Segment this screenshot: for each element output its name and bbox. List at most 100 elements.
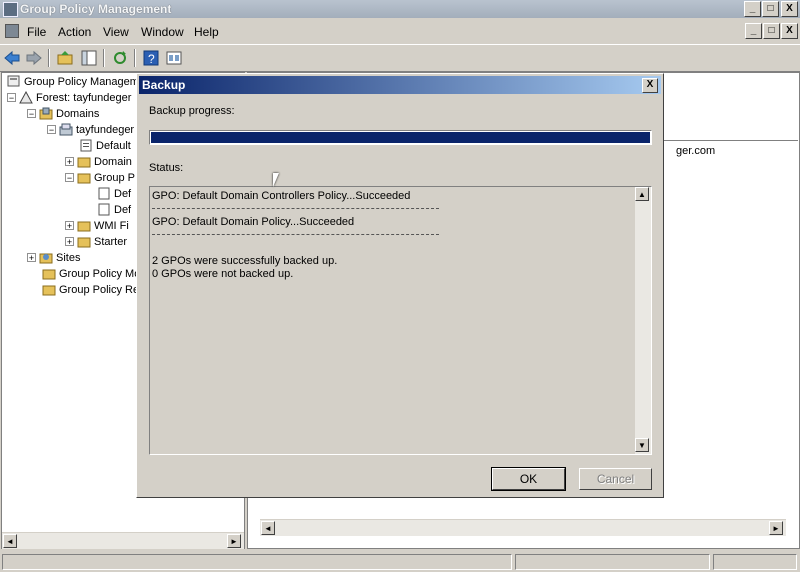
- forward-arrow-icon[interactable]: [25, 49, 43, 67]
- gpo-folder-icon: [77, 173, 91, 184]
- dialog-title-bar: Backup X: [139, 76, 661, 94]
- mdi-minimize-button[interactable]: _: [745, 23, 762, 39]
- tree-item-label: Group Policy Mo: [59, 267, 141, 280]
- minimize-button[interactable]: _: [744, 1, 761, 17]
- ok-button[interactable]: OK: [491, 467, 566, 491]
- expand-toggle[interactable]: +: [65, 221, 74, 231]
- refresh-icon[interactable]: [111, 49, 129, 67]
- menu-action[interactable]: Action: [58, 25, 91, 39]
- scroll-left-icon[interactable]: ◄: [3, 534, 17, 548]
- dialog-close-button[interactable]: X: [642, 78, 658, 93]
- status-vertical-scrollbar[interactable]: ▲ ▼: [635, 187, 651, 454]
- status-log[interactable]: GPO: Default Domain Controllers Policy..…: [149, 186, 652, 455]
- mdi-restore-button[interactable]: □: [763, 23, 780, 39]
- tree-item-gpo-1[interactable]: Def: [97, 187, 131, 200]
- tree-item-default-domain-policy[interactable]: Default: [79, 139, 131, 152]
- tree-item-label: Def: [114, 203, 132, 216]
- gpo-icon: [98, 203, 110, 216]
- cancel-button[interactable]: Cancel: [579, 468, 652, 490]
- app-title-bar: Group Policy Management _ □ X: [0, 0, 800, 18]
- toolbar-separator: [48, 49, 50, 67]
- status-section-3: [713, 554, 797, 570]
- collapse-toggle[interactable]: −: [47, 125, 56, 135]
- tree-item-wmi-filters[interactable]: + WMI Fi: [65, 219, 129, 232]
- menu-help[interactable]: Help: [194, 25, 219, 39]
- backup-dialog: Backup X Backup progress: Status: GPO: D…: [136, 73, 664, 498]
- status-line: GPO: Default Domain Policy...Succeeded: [152, 216, 355, 228]
- gpo-link-icon: [80, 139, 92, 152]
- tree-item-gpo-2[interactable]: Def: [97, 203, 131, 216]
- details-pane-text: ger.com: [676, 145, 716, 157]
- tree-item-label: Default: [96, 139, 131, 152]
- details-horizontal-scrollbar[interactable]: ◄ ►: [260, 519, 786, 536]
- tree-item-label: Group Policy Manageme: [24, 75, 146, 88]
- properties-icon[interactable]: [165, 49, 183, 67]
- collapse-toggle[interactable]: −: [65, 173, 74, 183]
- sites-icon: [39, 253, 53, 264]
- mdi-window-icon[interactable]: [5, 24, 19, 38]
- back-arrow-icon[interactable]: [3, 49, 21, 67]
- up-folder-icon[interactable]: [56, 49, 74, 67]
- tree-item-domain[interactable]: − tayfundeger: [47, 123, 134, 136]
- tree-item-sites[interactable]: + Sites: [27, 251, 80, 264]
- expand-toggle[interactable]: +: [65, 157, 74, 167]
- toolbar-separator: [134, 49, 136, 67]
- tree-item-group-policy-objects[interactable]: − Group P: [65, 171, 135, 184]
- tree-item-domains[interactable]: − Domains: [27, 107, 99, 120]
- tree-item-label: Group P: [94, 171, 135, 184]
- modeling-icon: [42, 269, 56, 280]
- expand-toggle[interactable]: +: [27, 253, 36, 263]
- status-section-main: [2, 554, 512, 570]
- menu-view[interactable]: View: [103, 25, 129, 39]
- tree-item-label: Forest: tayfundeger: [36, 91, 132, 104]
- forest-icon: [19, 91, 33, 104]
- status-label: Status:: [149, 162, 184, 174]
- help-icon[interactable]: ?: [142, 49, 160, 67]
- maximize-button[interactable]: □: [762, 1, 779, 17]
- mouse-cursor-icon: [273, 173, 285, 187]
- domains-folder-icon: [39, 107, 53, 120]
- collapse-toggle[interactable]: −: [7, 93, 16, 103]
- svg-text:?: ?: [148, 52, 155, 66]
- status-bar: [0, 551, 800, 572]
- tree-item-domain-controllers[interactable]: + Domain: [65, 155, 132, 168]
- menu-bar: File Action View Window Help _ □ X: [0, 20, 800, 42]
- gpmc-app-icon: [3, 2, 18, 17]
- tree-item-starter-gpos[interactable]: + Starter: [65, 235, 127, 248]
- collapse-toggle[interactable]: −: [27, 109, 36, 119]
- backup-progress-bar: [149, 130, 652, 145]
- status-line: GPO: Default Domain Controllers Policy..…: [152, 190, 411, 202]
- dialog-title: Backup: [142, 78, 186, 92]
- mdi-close-button[interactable]: X: [781, 23, 798, 39]
- wmi-folder-icon: [77, 221, 91, 232]
- results-icon: [42, 285, 56, 296]
- gpo-icon: [98, 187, 110, 200]
- close-button[interactable]: X: [781, 1, 798, 17]
- tree-item-label: Domains: [56, 107, 100, 120]
- tree-item-forest[interactable]: − Forest: tayfundeger: [7, 91, 131, 104]
- toolbar: ?: [0, 44, 800, 72]
- scroll-up-icon[interactable]: ▲: [635, 187, 649, 201]
- tree-item-gpm-root[interactable]: Group Policy Manageme: [7, 75, 145, 88]
- scroll-down-icon[interactable]: ▼: [635, 438, 649, 452]
- menu-window[interactable]: Window: [141, 25, 184, 39]
- status-separator: [152, 234, 439, 235]
- tree-item-label: Domain: [94, 155, 132, 168]
- scroll-left-icon[interactable]: ◄: [261, 521, 275, 535]
- expand-toggle[interactable]: +: [65, 237, 74, 247]
- gpm-root-icon: [7, 75, 20, 87]
- tree-item-gp-modeling[interactable]: Group Policy Mo: [42, 267, 140, 280]
- ou-folder-icon: [77, 157, 91, 168]
- tree-item-label: tayfundeger: [76, 123, 135, 136]
- starter-folder-icon: [77, 237, 91, 248]
- show-hide-tree-icon[interactable]: [80, 49, 98, 67]
- scroll-right-icon[interactable]: ►: [769, 521, 783, 535]
- scroll-right-icon[interactable]: ►: [227, 534, 241, 548]
- tree-item-label: Group Policy Re: [59, 283, 140, 296]
- tree-item-gp-results[interactable]: Group Policy Re: [42, 283, 139, 296]
- progress-fill: [151, 132, 650, 143]
- domain-icon: [59, 123, 73, 136]
- menu-file[interactable]: File: [27, 25, 46, 39]
- tree-horizontal-scrollbar[interactable]: ◄ ►: [2, 532, 244, 549]
- tree-item-label: WMI Fi: [94, 219, 129, 232]
